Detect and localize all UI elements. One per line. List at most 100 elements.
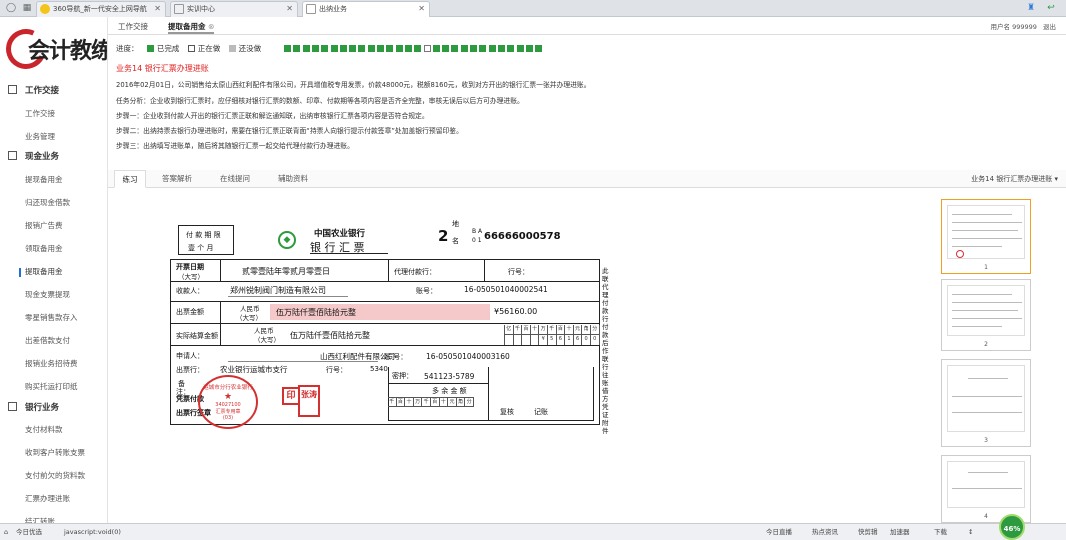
user-label: 用户名 (990, 23, 1011, 31)
balance-header-grid: 千百十万千百十元角分 (388, 397, 474, 407)
settle-digit-cell: 6 (574, 335, 583, 345)
legend-todo-swatch (228, 45, 236, 52)
digit-header-cell: 百 (557, 325, 566, 334)
digit-header-cell: 角 (582, 325, 591, 334)
browser-tab-cashier[interactable]: 出纳业务 ✕ (302, 1, 430, 17)
issue-date-value[interactable]: 贰零壹陆年零贰月零壹日 (242, 266, 330, 277)
browser-tab-360[interactable]: 360导航_新一代安全上网导航 ✕ (36, 1, 166, 17)
grid-icon (8, 151, 17, 160)
thumb-seal-icon (956, 250, 964, 258)
user-shield-icon[interactable]: ♜ (1024, 2, 1038, 15)
section-bank[interactable]: 银行业务 (8, 400, 59, 416)
sidebar-item-cash-8[interactable]: 出差借款支付 (25, 334, 70, 348)
seal-text: 运城市分行农业银行 (203, 385, 253, 391)
performance-badge[interactable]: 46% (999, 514, 1025, 540)
serial-number: 66666000578 (484, 231, 561, 242)
sidebar-item-cash-9[interactable]: 报销业务招待费 (25, 357, 78, 371)
balance-header-cell: 千 (422, 398, 431, 406)
status-expand[interactable]: ↕ (968, 524, 973, 540)
tab-withdraw-petty-cash[interactable]: 提取备用金 ⊗ (168, 19, 215, 34)
close-icon[interactable]: ⊗ (208, 22, 214, 31)
payee-account-value[interactable]: 16-050501040002541 (464, 285, 548, 294)
page-icon (174, 4, 184, 14)
personal-seal-name: 张涛 (298, 385, 320, 417)
sidebar-item-cash-7[interactable]: 零星销售款存入 (25, 311, 78, 325)
tab-work-handover[interactable]: 工作交接 (118, 19, 148, 34)
task-analysis: 任务分析：企业收到银行汇票时，应仔细核对银行汇票的数额、印章、付款期等各项内容是… (116, 97, 524, 105)
progress-step (404, 45, 412, 52)
divider (108, 34, 1066, 35)
logout-link[interactable]: 退出 (1043, 23, 1056, 31)
browser-menu-icon[interactable]: ◯ (4, 2, 18, 15)
digit-header-cell: 分 (591, 325, 600, 334)
thumbnail-number: 1 (984, 264, 988, 271)
page-thumbnail-1[interactable]: 1 (941, 199, 1031, 274)
progress-step (451, 45, 459, 52)
sidebar-item-cash-10[interactable]: 购买托运打印纸 (25, 380, 78, 394)
issuing-bank-value[interactable]: 农业银行运城市支行 (220, 364, 288, 375)
pay-period-label: 付 款 期 限 (186, 231, 221, 239)
close-icon[interactable]: ✕ (286, 2, 293, 16)
seal-num: (03) (222, 415, 234, 421)
settle-digit-cell: 5 (548, 335, 557, 345)
sidebar-item-cash-4[interactable]: 领取备用金 (25, 242, 63, 256)
status-accelerator[interactable]: 加速器 (890, 524, 910, 540)
home-icon[interactable]: ⌂ (4, 524, 8, 540)
settle-text[interactable]: 伍万陆仟壹佰陆拾元整 (290, 330, 370, 341)
page-thumbnail-2[interactable]: 2 (941, 279, 1031, 351)
bank-name: 中国农业银行 (314, 229, 366, 239)
di-label: 地 (452, 220, 459, 228)
sidebar-item-cash-6[interactable]: 现金支票提现 (25, 288, 70, 302)
tab-online-question[interactable]: 在线提问 (216, 170, 254, 188)
page-thumbnail-3[interactable]: 3 (941, 359, 1031, 447)
sidebar-item-bank-5[interactable]: 结汇转账 (25, 515, 55, 523)
task-selector[interactable]: 业务14 银行汇票办理进账 ▾ (971, 170, 1058, 188)
settle-digit-cell: 0 (582, 335, 591, 345)
browser-apps-icon[interactable]: ▦ (20, 2, 34, 15)
tab-reference[interactable]: 辅助资料 (274, 170, 312, 188)
tab-favicon-icon (40, 4, 50, 14)
sidebar-item-bank-3[interactable]: 支付前欠的货料款 (25, 469, 85, 483)
progress-step (321, 45, 329, 52)
section-work-handover[interactable]: 工作交接 (8, 83, 59, 99)
tab-practice[interactable]: 练习 (114, 170, 146, 188)
close-icon[interactable]: ✕ (418, 2, 425, 16)
section-cash[interactable]: 现金业务 (8, 149, 59, 165)
main-panel: 工作交接 提取备用金 ⊗ 用户名 999999 退出 进度： 已完成 正在做 还… (108, 17, 1066, 523)
sidebar-item-bank-2[interactable]: 收到客户转账支票 (25, 446, 85, 460)
sidebar-item-cash-5-active[interactable]: 提取备用金 (19, 265, 63, 279)
sidebar-item-cash-3[interactable]: 报销广告费 (25, 219, 63, 233)
issuing-bank-no-value[interactable]: 5340 (370, 365, 388, 373)
close-icon[interactable]: ✕ (154, 2, 161, 16)
sidebar-item-bank-1[interactable]: 支付材料款 (25, 423, 63, 437)
page-thumbnail-4[interactable]: 4 (941, 455, 1031, 523)
password-value[interactable]: 541123-5789 (424, 372, 474, 381)
status-news[interactable]: 热点资讯 (812, 524, 838, 540)
task-description: 2016年02月01日，公司销售给太原山西红利配件有限公司，开具增值税专用发票，… (116, 81, 591, 89)
legend-done: 已完成 (156, 44, 180, 53)
applicant-account-value[interactable]: 16-050501040003160 (426, 352, 510, 361)
status-live[interactable]: 今日直播 (766, 524, 792, 540)
tab-answer-analysis[interactable]: 答案解析 (158, 170, 196, 188)
sidebar-item-cash-2[interactable]: 归还现金借款 (25, 196, 70, 210)
amount-text[interactable]: 伍万陆仟壹佰陆拾元整 (276, 307, 356, 318)
settle-digit-grid[interactable]: ¥5 6 1 6 0 0 (504, 335, 600, 345)
browser-tab-training-center[interactable]: 实训中心 ✕ (170, 1, 298, 17)
grid-icon (8, 402, 17, 411)
amount-number[interactable]: ¥56160.00 (494, 307, 537, 316)
status-download[interactable]: 下载 (934, 524, 947, 540)
bank-seal-stamp: 运城市分行农业银行 ★ 34027100 汇票专用章 (03) (198, 375, 258, 429)
bank-no-label: 行号： (508, 268, 529, 276)
progress-step (330, 45, 338, 52)
back-arrow-icon[interactable]: ↩ (1044, 2, 1058, 15)
sidebar-item-business-mgmt[interactable]: 业务管理 (25, 130, 55, 144)
progress-step (460, 45, 468, 52)
sidebar-item-handover[interactable]: 工作交接 (25, 107, 55, 121)
payee-value[interactable]: 郑州锐制阀门制造有限公司 (230, 285, 326, 296)
status-clip[interactable]: 快剪辑 (858, 524, 878, 540)
sidebar-item-cash-1[interactable]: 提现备用金 (25, 173, 63, 187)
progress-step (516, 45, 524, 52)
today-picks[interactable]: 今日优选 (16, 524, 42, 540)
progress-step (414, 45, 422, 52)
sidebar-item-bank-4[interactable]: 汇票办理进账 (25, 492, 70, 506)
